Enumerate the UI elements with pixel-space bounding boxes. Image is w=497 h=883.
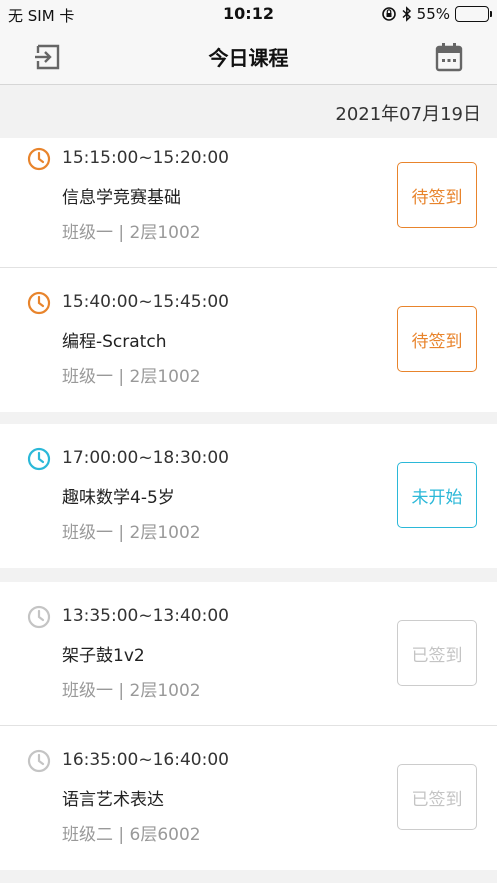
course-location: 班级一 | 2层1002 — [62, 681, 201, 701]
checkin-button[interactable]: 已签到 — [397, 764, 477, 830]
course-group: 17:00:00~18:30:00 趣味数学4-5岁班级一 | 2层1002 未开始 — [0, 424, 497, 568]
clock-icon — [27, 147, 51, 171]
course-name: 架子鼓1v2 — [62, 646, 145, 666]
page-title: 今日课程 — [208, 46, 289, 70]
course-location: 班级一 | 2层1002 — [62, 223, 201, 243]
checkin-button[interactable]: 未开始 — [397, 462, 477, 528]
course-time: 13:35:00~13:40:00 — [62, 606, 229, 626]
course-name: 趣味数学4-5岁 — [62, 488, 175, 508]
clock-icon — [27, 291, 51, 315]
course-group: 13:35:00~13:40:00 架子鼓1v2 班级一 | 2层1002 已签到 16… — [0, 582, 497, 870]
course-name: 语言艺术表达 — [62, 790, 164, 810]
clock-icon — [27, 447, 51, 471]
clock-icon — [27, 605, 51, 629]
calendar-icon — [435, 43, 463, 72]
course-location: 班级一 | 2层1002 — [62, 367, 201, 387]
course-time: 17:00:00~18:30:00 — [62, 448, 229, 468]
course-row: 13:35:00~13:40:00 架子鼓1v2 班级一 | 2层1002 已签到 — [0, 582, 497, 726]
status-right: 55% — [381, 5, 492, 23]
course-location: 班级一 | 2层1002 — [62, 523, 201, 543]
bluetooth-icon — [402, 6, 411, 22]
course-row: 15:15:00~15:20:00 信息学竞赛基础 班级一 | 2层1002 待签到 — [0, 138, 497, 268]
checkin-button[interactable]: 待签到 — [397, 306, 477, 372]
battery-percent: 55% — [416, 5, 450, 23]
calendar-button[interactable] — [432, 40, 466, 74]
course-time: 15:15:00~15:20:00 — [62, 148, 229, 168]
battery-icon — [455, 6, 492, 22]
course-row: 17:00:00~18:30:00 趣味数学4-5岁班级一 | 2层1002 未开始 — [0, 424, 497, 568]
course-name: 编程-Scratch — [62, 332, 167, 352]
course-row: 15:40:00~15:45:00 编程-Scratch 班级一 | 2层1002 待… — [0, 268, 497, 412]
checkin-button[interactable]: 待签到 — [397, 162, 477, 228]
status-bar: 无 SIM 卡 10:12 55% — [0, 0, 497, 28]
course-location: 班级二 | 6层6002 — [62, 825, 201, 845]
course-time: 15:40:00~15:45:00 — [62, 292, 229, 312]
course-group: 15:15:00~15:20:00 信息学竞赛基础 班级一 | 2层1002 待签到 1… — [0, 138, 497, 412]
course-name: 信息学竞赛基础 — [62, 188, 181, 208]
checkin-button[interactable]: 已签到 — [397, 620, 477, 686]
clock-icon — [27, 749, 51, 773]
date-row: 2021年07月19日 — [0, 86, 497, 138]
course-time: 16:35:00~16:40:00 — [62, 750, 229, 770]
orientation-lock-icon — [381, 7, 396, 21]
nav-bar: 今日课程 — [0, 28, 497, 85]
course-row: 16:35:00~16:40:00 语言艺术表达班级二 | 6层6002 已签到 — [0, 726, 497, 870]
date-label: 2021年07月19日 — [335, 104, 481, 125]
